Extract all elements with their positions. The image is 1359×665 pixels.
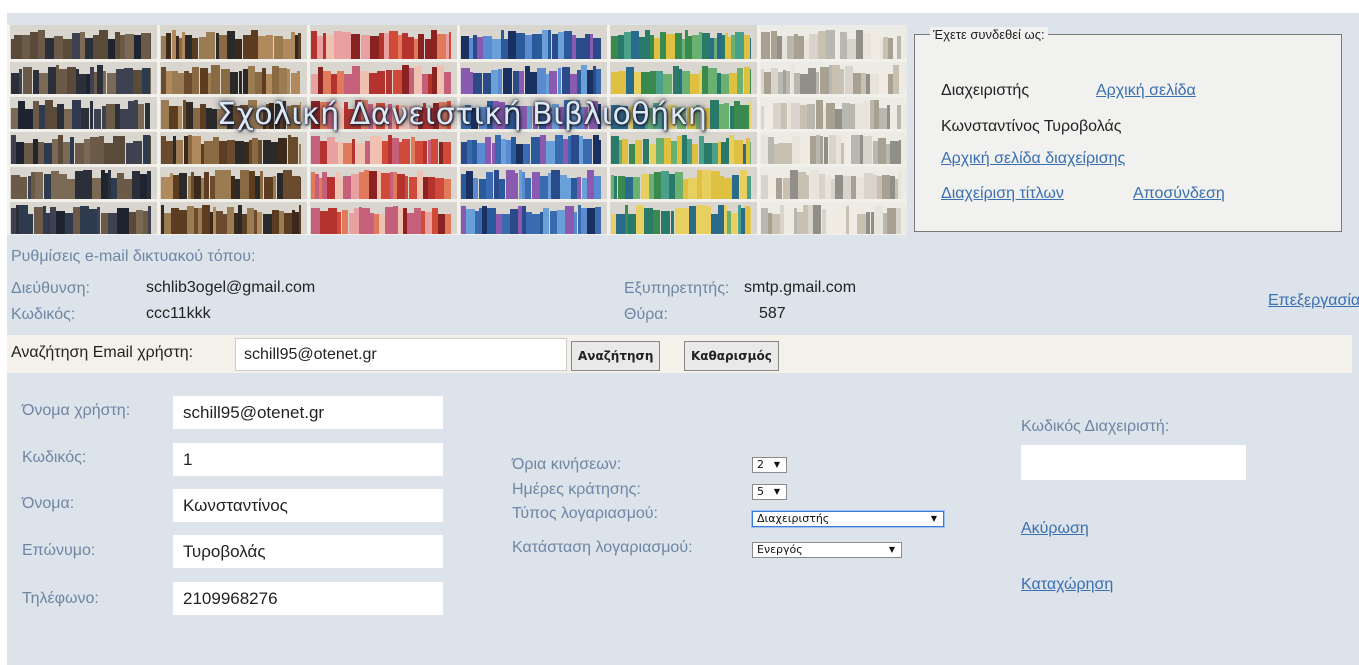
admin-home-link[interactable]: Αρχική σελίδα διαχείρισης: [941, 150, 1125, 168]
edit-settings-link[interactable]: Επεξεργασία: [1268, 292, 1359, 310]
password-input[interactable]: [173, 443, 443, 476]
port-label: Θύρα:: [624, 306, 668, 323]
account-status-label: Κατάσταση λογαριασμού:: [512, 539, 693, 556]
password-label: Κωδικός:: [22, 449, 87, 466]
address-value: schlib3ogel@gmail.com: [146, 279, 316, 296]
admin-code-input[interactable]: [1021, 445, 1246, 480]
server-value: smtp.gmail.com: [744, 279, 857, 296]
chevron-down-icon: ▼: [888, 545, 895, 554]
cancel-link[interactable]: Ακύρωση: [1021, 520, 1089, 538]
days-select[interactable]: 5 ▼: [752, 484, 787, 500]
search-button[interactable]: Αναζήτηση: [571, 341, 661, 371]
server-label: Εξυπηρετητής:: [624, 280, 730, 297]
admin-code-label: Κωδικός Διαχειριστή:: [1021, 418, 1170, 435]
username-label: Όνομα χρήστη:: [22, 402, 131, 419]
username-input[interactable]: [173, 396, 443, 429]
search-label: Αναζήτηση Email χρήστη:: [11, 344, 194, 361]
account-type-label: Τύπος λογαριασμού:: [512, 505, 658, 522]
site-password-label: Κωδικός:: [11, 306, 76, 323]
submit-link[interactable]: Καταχώρηση: [1021, 576, 1113, 594]
clear-button[interactable]: Καθαρισμός: [684, 341, 779, 371]
banner: Σχολική Δανειστική Βιβλιοθήκη: [7, 25, 907, 235]
logout-link[interactable]: Αποσύνδεση: [1133, 185, 1225, 203]
chevron-down-icon: ▼: [930, 514, 937, 523]
limits-label: Όρια κινήσεων:: [512, 456, 622, 473]
chevron-down-icon: ▼: [773, 487, 780, 496]
port-value: 587: [759, 305, 786, 322]
user-role: Διαχειριστής: [941, 82, 1030, 99]
account-type-select[interactable]: Διαχειριστής ▼: [752, 511, 944, 527]
home-link[interactable]: Αρχική σελίδα: [1096, 82, 1196, 100]
chevron-down-icon: ▼: [773, 460, 780, 469]
login-legend: Έχετε συνδεθεί ως:: [930, 27, 1048, 42]
email-settings-heading: Ρυθμίσεις e-mail δικτυακού τόπου:: [11, 248, 256, 265]
account-status-select[interactable]: Ενεργός ▼: [752, 542, 902, 558]
limits-select[interactable]: 2 ▼: [752, 457, 787, 473]
banner-title: Σχολική Δανειστική Βιβλιοθήκη: [217, 97, 708, 132]
search-email-input[interactable]: [235, 338, 567, 371]
phone-label: Τηλέφωνο:: [22, 590, 99, 607]
firstname-input[interactable]: [173, 489, 443, 522]
site-password-value: ccc11kkk: [146, 305, 211, 322]
titles-management-link[interactable]: Διαχείριση τίτλων: [941, 185, 1064, 203]
firstname-label: Όνομα:: [22, 495, 75, 512]
lastname-input[interactable]: [173, 535, 443, 568]
user-name: Κωνσταντίνος Τυροβολάς: [941, 118, 1122, 135]
address-label: Διεύθυνση:: [11, 280, 90, 297]
lastname-label: Επώνυμο:: [22, 542, 96, 559]
days-label: Ημέρες κράτησης:: [512, 481, 641, 498]
search-bar: [7, 335, 1352, 373]
phone-input[interactable]: [173, 582, 443, 615]
